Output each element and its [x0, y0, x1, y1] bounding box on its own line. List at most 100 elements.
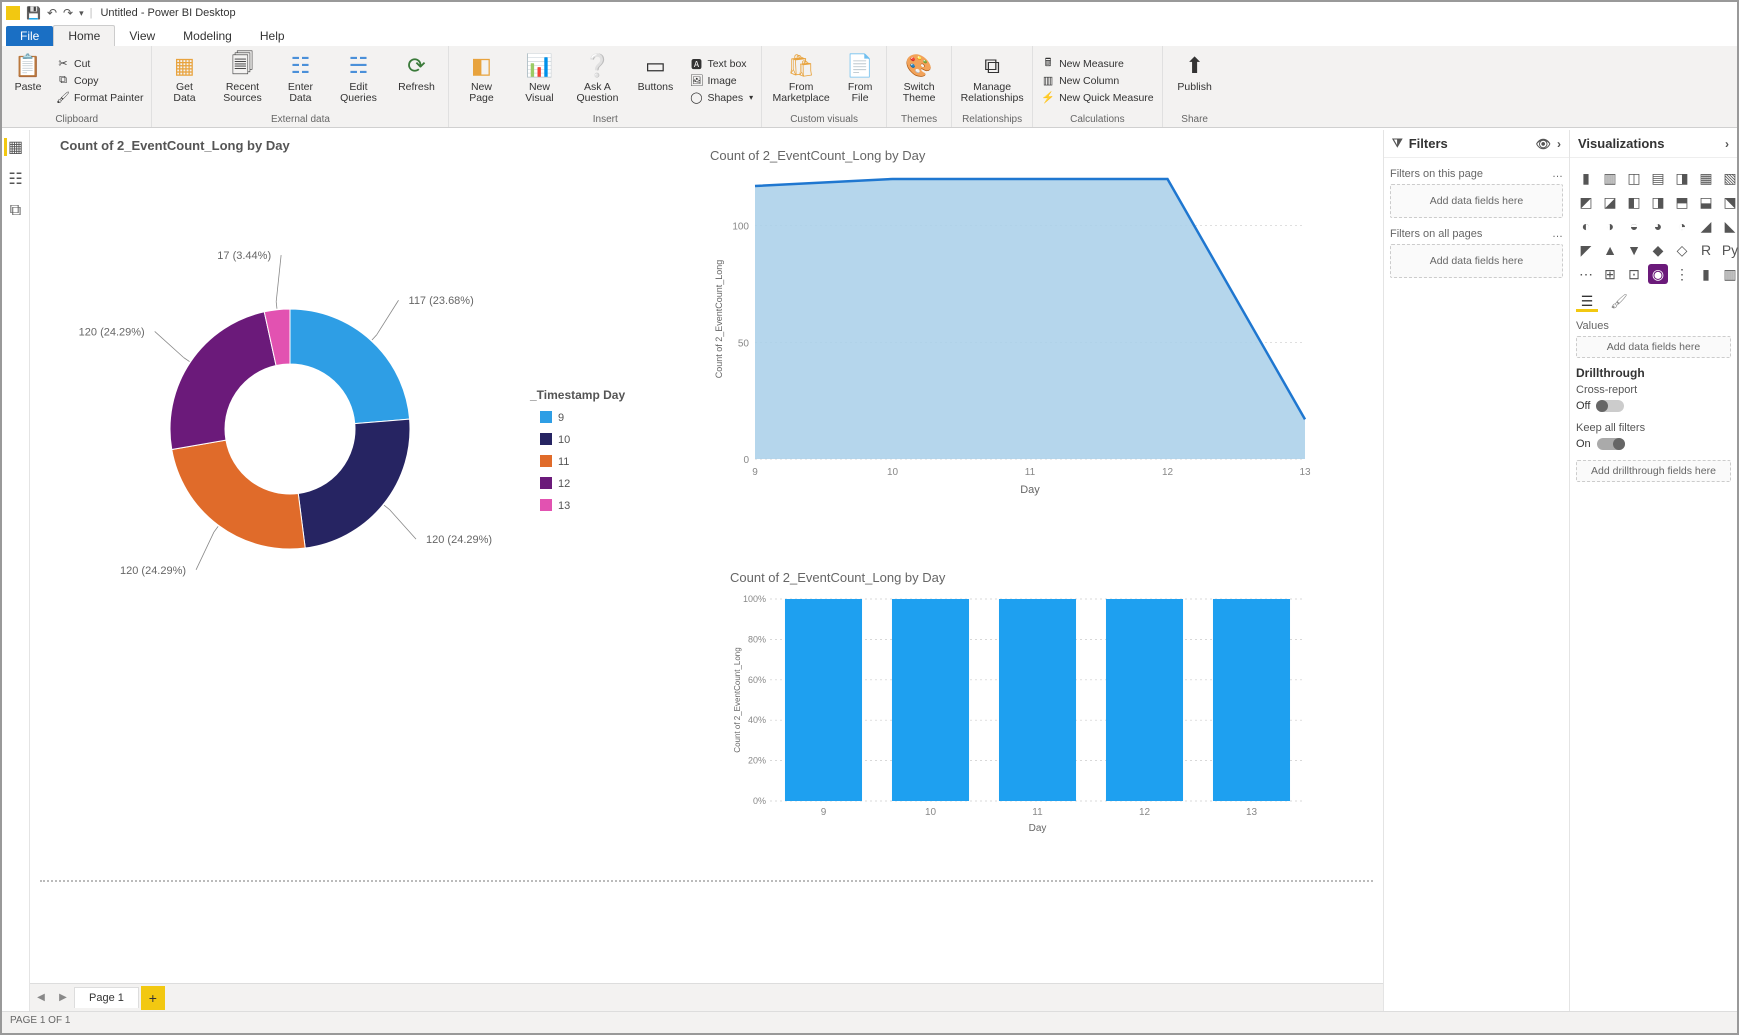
redo-icon[interactable]: ↷	[63, 6, 73, 20]
viz-type-icon[interactable]: ◇	[1672, 240, 1692, 260]
viz-type-icon[interactable]: ▲	[1600, 240, 1620, 260]
more-icon[interactable]: …	[1552, 228, 1563, 240]
viz-type-icon[interactable]: ◫	[1624, 168, 1644, 188]
page-tab-1[interactable]: Page 1	[74, 987, 139, 1008]
more-icon[interactable]: …	[1552, 168, 1563, 180]
paste-button[interactable]: 📋 Paste	[6, 50, 50, 112]
viz-type-icon[interactable]: ◩	[1576, 192, 1596, 212]
switch-theme-button[interactable]: 🎨Switch Theme	[891, 50, 947, 112]
svg-text:80%: 80%	[748, 634, 766, 644]
viz-type-icon[interactable]: ⊞	[1600, 264, 1620, 284]
viz-type-icon[interactable]: ◨	[1648, 192, 1668, 212]
viz-type-icon[interactable]: ◉	[1648, 264, 1668, 284]
tab-home[interactable]: Home	[53, 25, 115, 46]
viz-type-icon[interactable]: ▥	[1600, 168, 1620, 188]
viz-type-icon[interactable]: ◕	[1648, 216, 1668, 236]
buttons-button[interactable]: ▭Buttons	[627, 50, 683, 112]
viz-type-icon[interactable]: ▼	[1624, 240, 1644, 260]
drillthrough-dropwell[interactable]: Add drillthrough fields here	[1576, 460, 1731, 482]
keep-filters-toggle[interactable]: On	[1576, 438, 1731, 450]
viz-type-icon[interactable]: ▥	[1720, 264, 1739, 284]
tab-help[interactable]: Help	[246, 26, 299, 46]
edit-queries-icon: ☵	[344, 52, 372, 80]
view-icon[interactable]: 👁	[1536, 137, 1551, 151]
viz-type-icon[interactable]: ▮	[1696, 264, 1716, 284]
collapse-icon[interactable]: ›	[1725, 137, 1729, 151]
page-next-button[interactable]: ▶	[52, 987, 74, 1009]
viz-type-icon[interactable]: ▦	[1696, 168, 1716, 188]
enter-data-button[interactable]: ☷Enter Data	[272, 50, 328, 112]
viz-type-icon[interactable]: ◨	[1672, 168, 1692, 188]
viz-type-icon[interactable]: ◤	[1576, 240, 1596, 260]
report-view-icon[interactable]: ▦	[4, 138, 22, 156]
model-view-icon[interactable]: ⧉	[7, 202, 25, 220]
qat-dropdown-icon[interactable]: ▾	[79, 8, 84, 19]
ribbon-group-calculations: 🖩New Measure ▥New Column ⚡New Quick Meas…	[1033, 46, 1163, 127]
viz-type-icon[interactable]: ◑	[1600, 216, 1620, 236]
new-quick-measure-button[interactable]: ⚡New Quick Measure	[1041, 91, 1154, 105]
bar-chart-visual[interactable]: Count of 2_EventCount_Long by Day 0%20%4…	[730, 570, 1320, 870]
viz-type-icon[interactable]: ⬓	[1696, 192, 1716, 212]
edit-queries-button[interactable]: ☵Edit Queries	[330, 50, 386, 112]
viz-type-icon[interactable]: ◣	[1720, 216, 1739, 236]
new-column-button[interactable]: ▥New Column	[1041, 74, 1154, 88]
refresh-button[interactable]: ⟳Refresh	[388, 50, 444, 112]
from-file-button[interactable]: 📄From File	[838, 50, 882, 112]
save-icon[interactable]: 💾	[26, 6, 41, 20]
copy-button[interactable]: ⧉Copy	[56, 74, 143, 88]
viz-type-icon[interactable]: ▮	[1576, 168, 1596, 188]
image-button[interactable]: 🖼Image	[689, 74, 753, 88]
viz-type-icon[interactable]: ◢	[1696, 216, 1716, 236]
viz-type-icon[interactable]: ◪	[1600, 192, 1620, 212]
donut-chart-visual[interactable]: Count of 2_EventCount_Long by Day 117 (2…	[60, 138, 680, 648]
svg-text:11: 11	[1032, 807, 1043, 818]
viz-type-icon[interactable]: ⊡	[1624, 264, 1644, 284]
tab-modeling[interactable]: Modeling	[169, 26, 246, 46]
new-visual-button[interactable]: 📊New Visual	[511, 50, 567, 112]
report-canvas[interactable]: Count of 2_EventCount_Long by Day 117 (2…	[30, 130, 1383, 983]
cut-button[interactable]: ✂Cut	[56, 57, 143, 71]
measure-icon: 🖩	[1041, 57, 1055, 71]
new-page-button[interactable]: ◧New Page	[453, 50, 509, 112]
viz-type-icon[interactable]: ⬔	[1720, 192, 1739, 212]
viz-type-icon[interactable]: ◐	[1576, 216, 1596, 236]
shapes-button[interactable]: ◯Shapes▾	[689, 91, 753, 105]
filters-all-dropwell[interactable]: Add data fields here	[1390, 244, 1563, 278]
data-view-icon[interactable]: ☷	[7, 170, 25, 188]
cross-report-toggle[interactable]: Off	[1576, 400, 1731, 412]
from-marketplace-button[interactable]: 🛍From Marketplace	[766, 50, 836, 112]
values-dropwell[interactable]: Add data fields here	[1576, 336, 1731, 358]
ask-question-button[interactable]: ❔Ask A Question	[569, 50, 625, 112]
viz-type-icon[interactable]: ◆	[1648, 240, 1668, 260]
new-measure-button[interactable]: 🖩New Measure	[1041, 57, 1154, 71]
manage-relationships-button[interactable]: ⧉Manage Relationships	[956, 50, 1028, 112]
tab-file[interactable]: File	[6, 26, 53, 46]
fields-tab[interactable]: ☰	[1576, 294, 1598, 312]
format-painter-button[interactable]: 🖌Format Painter	[56, 91, 143, 105]
format-tab[interactable]: 🖌	[1608, 294, 1630, 312]
get-data-button[interactable]: ▦Get Data	[156, 50, 212, 112]
undo-icon[interactable]: ↶	[47, 6, 57, 20]
collapse-icon[interactable]: ›	[1557, 137, 1561, 151]
publish-button[interactable]: ⬆Publish	[1167, 50, 1223, 112]
ribbon-group-clipboard: 📋 Paste ✂Cut ⧉Copy 🖌Format Painter Clipb…	[2, 46, 152, 127]
filters-page-dropwell[interactable]: Add data fields here	[1390, 184, 1563, 218]
viz-type-icon[interactable]: ⬒	[1672, 192, 1692, 212]
viz-type-icon[interactable]: R	[1696, 240, 1716, 260]
page-prev-button[interactable]: ◀	[30, 987, 52, 1009]
viz-type-icon[interactable]: ◒	[1624, 216, 1644, 236]
page-tabs: ◀ ▶ Page 1 +	[30, 983, 1383, 1011]
viz-type-icon[interactable]: ⋯	[1576, 264, 1596, 284]
add-page-button[interactable]: +	[141, 986, 165, 1010]
viz-type-icon[interactable]: ◧	[1624, 192, 1644, 212]
viz-type-icon[interactable]: ▧	[1720, 168, 1739, 188]
viz-type-icon[interactable]: ▤	[1648, 168, 1668, 188]
svg-text:120 (24.29%): 120 (24.29%)	[79, 326, 145, 338]
recent-sources-button[interactable]: 🗐Recent Sources	[214, 50, 270, 112]
viz-type-icon[interactable]: ◔	[1672, 216, 1692, 236]
area-chart-visual[interactable]: Count of 2_EventCount_Long by Day 050100…	[710, 148, 1320, 518]
viz-type-icon[interactable]: ⋮	[1672, 264, 1692, 284]
viz-type-icon[interactable]: Py	[1720, 240, 1739, 260]
tab-view[interactable]: View	[115, 26, 169, 46]
textbox-button[interactable]: 🅰Text box	[689, 57, 753, 71]
